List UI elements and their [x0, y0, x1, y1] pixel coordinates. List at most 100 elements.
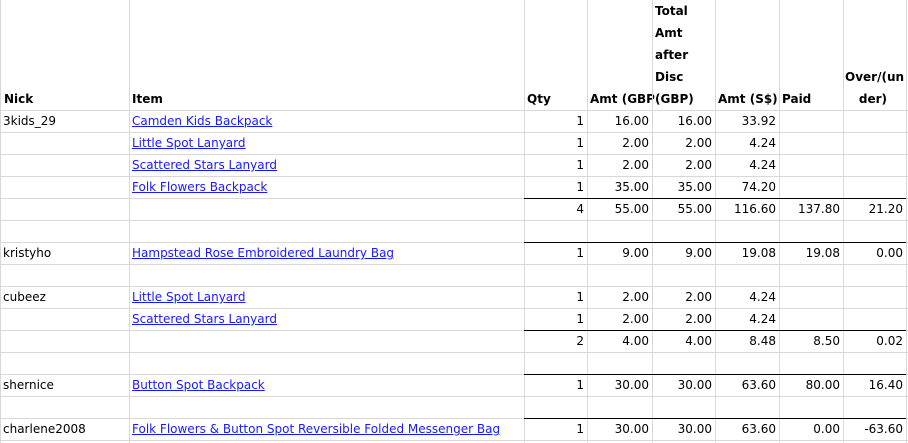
total-border-line	[524, 418, 906, 419]
total-border-line	[524, 198, 906, 199]
header-amt-sgd[interactable]: Amt (S$)	[718, 92, 778, 106]
item-link[interactable]: Folk Flowers & Button Spot Reversible Fo…	[132, 422, 500, 436]
item-link[interactable]: Scattered Stars Lanyard	[132, 312, 277, 326]
item-link[interactable]: Camden Kids Backpack	[132, 114, 272, 128]
amt-sgd-cell[interactable]: 33.92	[715, 114, 776, 128]
total-amt-cell[interactable]: 9.00	[652, 246, 712, 260]
grid-row-line	[0, 286, 908, 287]
total-amt-cell[interactable]: 30.00	[652, 422, 712, 436]
header-total-line1[interactable]: Total	[655, 4, 688, 18]
qty-cell[interactable]: 2	[524, 334, 584, 348]
item-link[interactable]: Little Spot Lanyard	[132, 290, 246, 304]
qty-cell[interactable]: 1	[524, 422, 584, 436]
amt-gbp-cell[interactable]: 30.00	[587, 422, 649, 436]
grid-row-line	[0, 154, 908, 155]
qty-cell[interactable]: 1	[524, 246, 584, 260]
grid-column-line	[0, 0, 1, 443]
qty-cell[interactable]: 1	[524, 312, 584, 326]
nick-cell[interactable]: 3kids_29	[3, 114, 56, 128]
amt-gbp-cell[interactable]: 2.00	[587, 136, 649, 150]
grid-row-line	[0, 132, 908, 133]
header-over-line2[interactable]: der)	[845, 92, 887, 106]
amt-gbp-cell[interactable]: 35.00	[587, 180, 649, 194]
amt-sgd-cell[interactable]: 4.24	[715, 136, 776, 150]
nick-cell[interactable]: cubeez	[3, 290, 46, 304]
item-link[interactable]: Scattered Stars Lanyard	[132, 158, 277, 172]
header-nick[interactable]: Nick	[4, 92, 33, 106]
qty-cell[interactable]: 4	[524, 202, 584, 216]
amt-gbp-cell[interactable]: 2.00	[587, 290, 649, 304]
grid-row-line	[0, 264, 908, 265]
nick-cell[interactable]: charlene2008	[3, 422, 86, 436]
header-item[interactable]: Item	[132, 92, 163, 106]
over-under-cell[interactable]: 0.02	[843, 334, 903, 348]
total-amt-cell[interactable]: 16.00	[652, 114, 712, 128]
qty-cell[interactable]: 1	[524, 114, 584, 128]
total-border-line	[524, 242, 906, 243]
paid-cell[interactable]: 8.50	[779, 334, 840, 348]
paid-cell[interactable]: 137.80	[779, 202, 840, 216]
grid-row-line	[0, 440, 908, 441]
qty-cell[interactable]: 1	[524, 378, 584, 392]
grid-column-line	[906, 0, 907, 443]
amt-sgd-cell[interactable]: 74.20	[715, 180, 776, 194]
amt-sgd-cell[interactable]: 4.24	[715, 158, 776, 172]
total-amt-cell[interactable]: 2.00	[652, 158, 712, 172]
total-border-line	[524, 374, 906, 375]
over-under-cell[interactable]: -63.60	[843, 422, 903, 436]
qty-cell[interactable]: 1	[524, 180, 584, 194]
amt-gbp-cell[interactable]: 2.00	[587, 312, 649, 326]
nick-cell[interactable]: shernice	[3, 378, 54, 392]
over-under-cell[interactable]: 21.20	[843, 202, 903, 216]
grid-row-line	[0, 308, 908, 309]
item-link[interactable]: Folk Flowers Backpack	[132, 180, 267, 194]
grid-row-line	[0, 396, 908, 397]
header-amt-gbp[interactable]: Amt (GBP	[590, 92, 655, 106]
amt-sgd-cell[interactable]: 4.24	[715, 312, 776, 326]
amt-gbp-cell[interactable]: 30.00	[587, 378, 649, 392]
total-border-line	[524, 330, 906, 331]
item-link[interactable]: Hampstead Rose Embroidered Laundry Bag	[132, 246, 394, 260]
over-under-cell[interactable]: 0.00	[843, 246, 903, 260]
amt-gbp-cell[interactable]: 16.00	[587, 114, 649, 128]
header-total-line3[interactable]: after	[655, 48, 688, 62]
amt-gbp-cell[interactable]: 9.00	[587, 246, 649, 260]
total-amt-cell[interactable]: 35.00	[652, 180, 712, 194]
header-qty[interactable]: Qty	[527, 92, 551, 106]
amt-gbp-cell[interactable]: 4.00	[587, 334, 649, 348]
total-amt-cell[interactable]: 30.00	[652, 378, 712, 392]
grid-row-line	[0, 352, 908, 353]
header-total-line2[interactable]: Amt	[655, 26, 683, 40]
paid-cell[interactable]: 80.00	[779, 378, 840, 392]
over-under-cell[interactable]: 16.40	[843, 378, 903, 392]
total-amt-cell[interactable]: 2.00	[652, 312, 712, 326]
qty-cell[interactable]: 1	[524, 136, 584, 150]
nick-cell[interactable]: kristyho	[3, 246, 51, 260]
item-link[interactable]: Little Spot Lanyard	[132, 136, 246, 150]
amt-gbp-cell[interactable]: 55.00	[587, 202, 649, 216]
amt-gbp-cell[interactable]: 2.00	[587, 158, 649, 172]
amt-sgd-cell[interactable]: 8.48	[715, 334, 776, 348]
amt-sgd-cell[interactable]: 116.60	[715, 202, 776, 216]
amt-sgd-cell[interactable]: 19.08	[715, 246, 776, 260]
grid-column-line	[129, 0, 130, 443]
total-amt-cell[interactable]: 55.00	[652, 202, 712, 216]
item-link[interactable]: Button Spot Backpack	[132, 378, 265, 392]
spreadsheet-grid: Nick Item Qty Amt (GBP Total Amt after D…	[0, 0, 908, 443]
header-total-line5[interactable]: (GBP)	[655, 92, 694, 106]
amt-sgd-cell[interactable]: 4.24	[715, 290, 776, 304]
total-amt-cell[interactable]: 2.00	[652, 290, 712, 304]
amt-sgd-cell[interactable]: 63.60	[715, 422, 776, 436]
total-amt-cell[interactable]: 2.00	[652, 136, 712, 150]
paid-cell[interactable]: 0.00	[779, 422, 840, 436]
header-over-line1[interactable]: Over/(un	[845, 70, 904, 84]
total-amt-cell[interactable]: 4.00	[652, 334, 712, 348]
qty-cell[interactable]: 1	[524, 158, 584, 172]
qty-cell[interactable]: 1	[524, 290, 584, 304]
grid-column-line	[652, 0, 653, 443]
amt-sgd-cell[interactable]: 63.60	[715, 378, 776, 392]
header-total-line4[interactable]: Disc	[655, 70, 683, 84]
grid-row-line	[0, 220, 908, 221]
paid-cell[interactable]: 19.08	[779, 246, 840, 260]
header-paid[interactable]: Paid	[782, 92, 811, 106]
